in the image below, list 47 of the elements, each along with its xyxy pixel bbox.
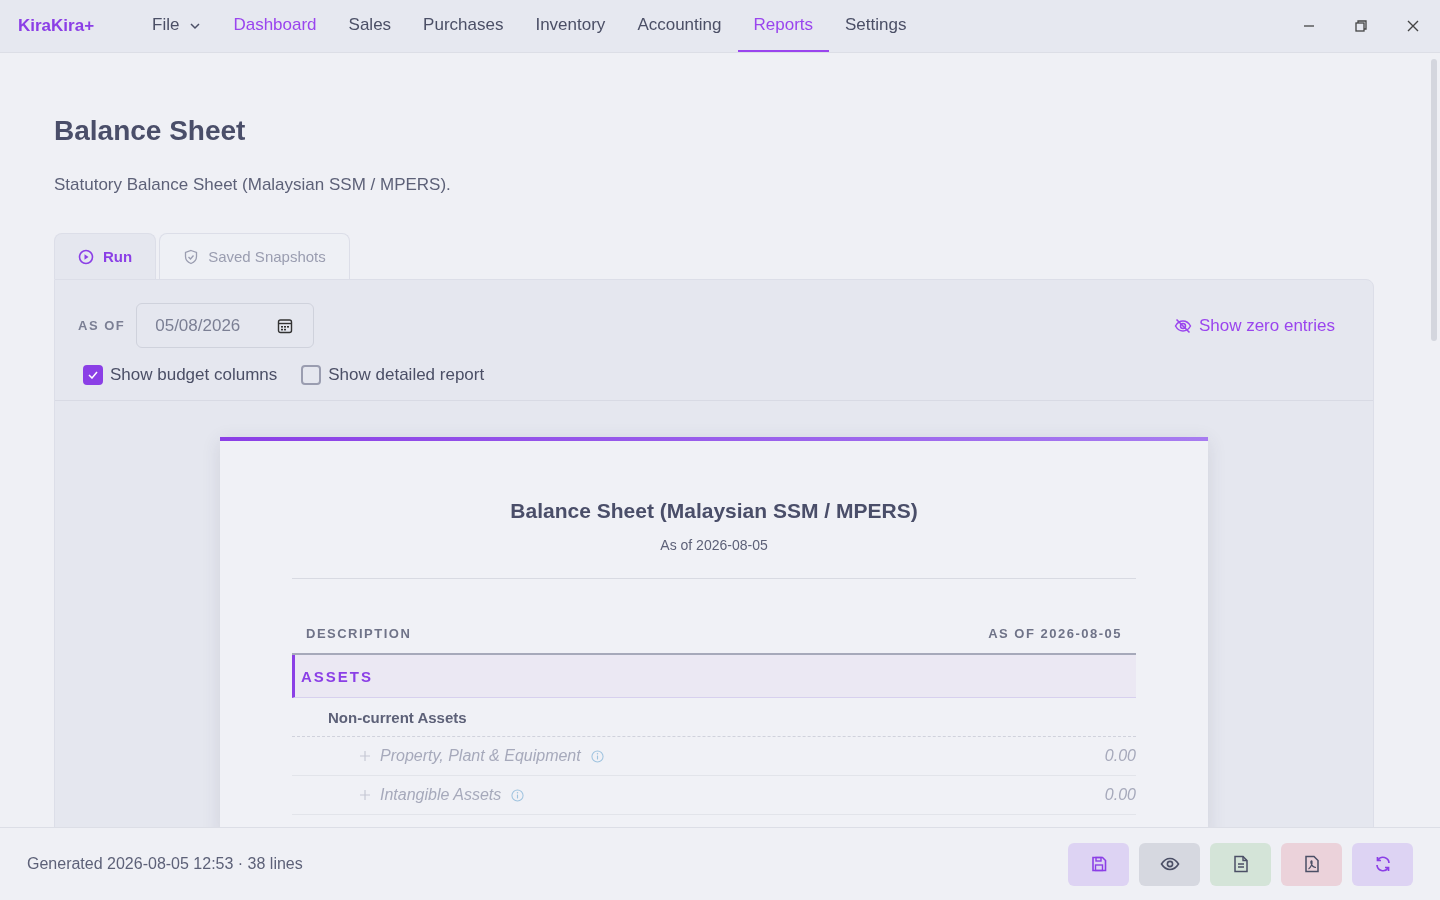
action-button[interactable]: [1139, 842, 1200, 886]
group-label: Non-current Assets: [328, 708, 467, 726]
close-icon[interactable]: [1406, 19, 1420, 33]
play-icon: [78, 248, 94, 265]
action-button[interactable]: [1068, 842, 1129, 886]
account-name: Property, Plant & Equipment: [380, 747, 581, 765]
shield-icon: [183, 248, 200, 265]
menu-item[interactable]: Inventory: [519, 0, 622, 52]
eye-off-icon: [1173, 316, 1192, 335]
checkbox-box[interactable]: [301, 365, 322, 385]
eye-icon: [1159, 857, 1180, 871]
menu-item[interactable]: File: [136, 0, 218, 52]
amount: 0.00: [1104, 786, 1136, 804]
checkbox[interactable]: Show budget columns: [83, 365, 278, 385]
pdf-icon: [1303, 855, 1320, 873]
account-name: Intangible Assets: [380, 786, 502, 804]
action-button[interactable]: [1281, 842, 1342, 886]
menu-item[interactable]: Purchases: [407, 0, 520, 52]
action-button[interactable]: [1210, 842, 1271, 886]
menu-item[interactable]: Settings: [829, 0, 923, 52]
refresh-icon: [1373, 855, 1392, 873]
page-subtitle: Statutory Balance Sheet (Malaysian SSM / MPERS).: [54, 175, 452, 195]
checkbox-box[interactable]: [83, 365, 103, 385]
field-label: AS OF: [78, 318, 126, 333]
scrollbar-thumb[interactable]: [1431, 59, 1437, 341]
calendar-icon: [277, 317, 294, 334]
save-icon: [1089, 855, 1108, 873]
menu-item[interactable]: Accounting: [621, 0, 738, 52]
report-date: As of 2026-08-05: [659, 537, 769, 553]
tab[interactable]: Run: [54, 233, 157, 279]
column-header: AS OF 2026-08-05: [988, 626, 1122, 641]
menu-item[interactable]: Reports: [737, 0, 830, 52]
restore-icon[interactable]: [1354, 19, 1368, 33]
show-zero-entries-link[interactable]: Show zero entries: [1173, 315, 1335, 336]
status-text: Generated 2026-08-05 12:53 · 38 lines: [27, 855, 303, 873]
caret-icon: [189, 22, 202, 30]
menu-item[interactable]: Sales: [332, 0, 408, 52]
report-title: Balance Sheet (Malaysian SSM / MPERS): [509, 499, 919, 523]
checkbox[interactable]: Show detailed report: [301, 365, 485, 385]
app-logo: KiraKira+: [18, 16, 96, 36]
page-title: Balance Sheet: [54, 115, 247, 147]
amount: 0.00: [1104, 747, 1136, 765]
document-icon: [1232, 855, 1249, 873]
column-header: DESCRIPTION: [306, 626, 412, 641]
menu-item[interactable]: Dashboard: [217, 0, 333, 52]
section-label: ASSETS: [301, 667, 373, 685]
action-button[interactable]: [1352, 842, 1413, 886]
